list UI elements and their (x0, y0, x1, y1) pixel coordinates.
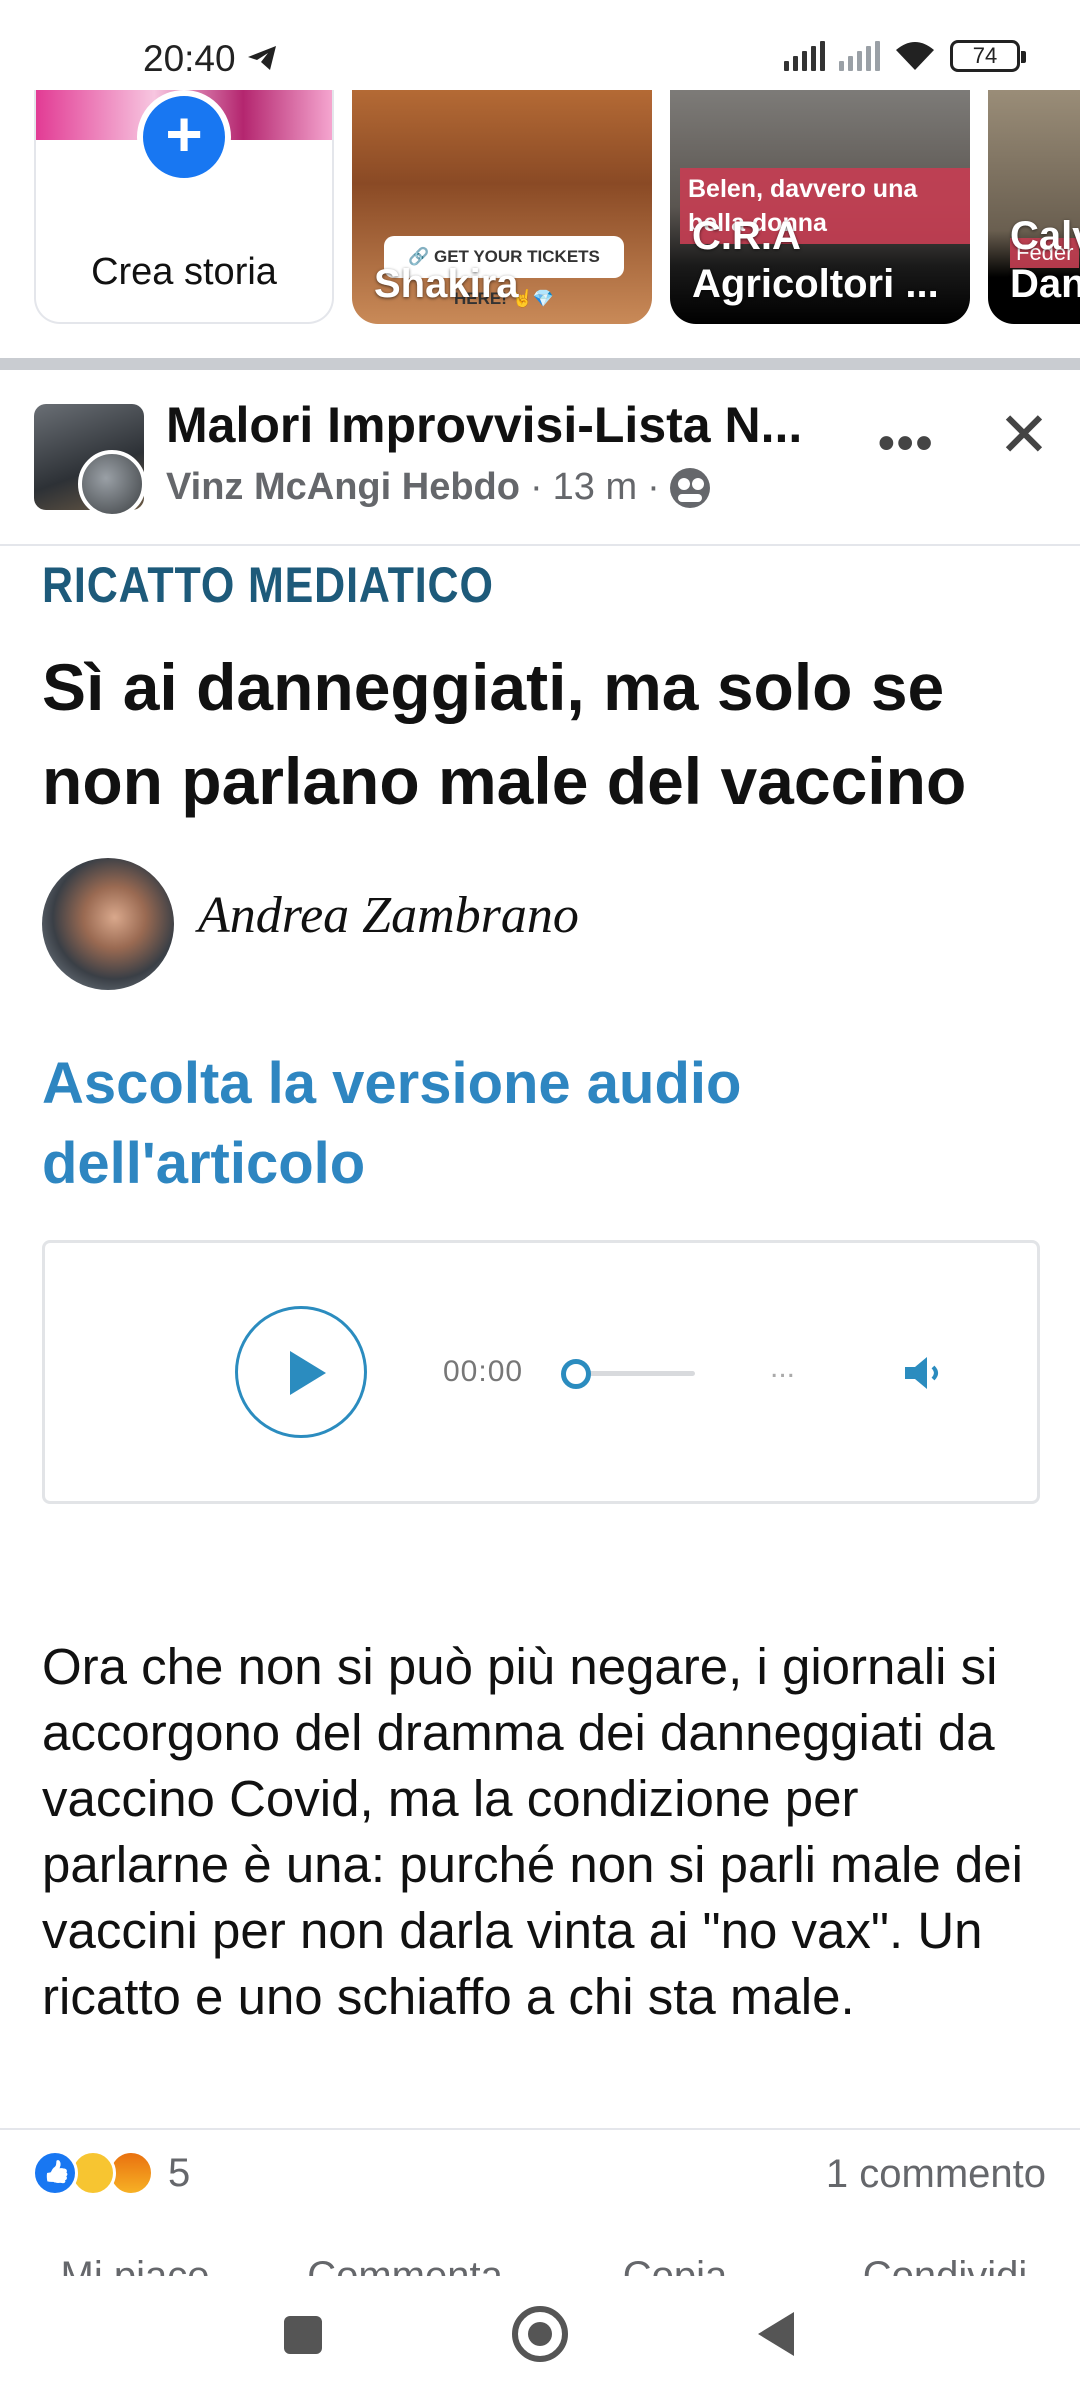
play-icon[interactable] (235, 1306, 367, 1438)
post-header: Malori Improvvisi-Lista N... Vinz McAngi… (0, 376, 1080, 546)
status-icons: 74 (784, 40, 1026, 72)
story-card-shakira[interactable]: 🔗 GET YOUR TICKETS HERE! 🤘💎 Shakira (352, 90, 652, 324)
copy-button[interactable]: Copia (540, 2250, 810, 2276)
story-name: C.R.A Agricoltori ... (692, 214, 939, 306)
article-headline[interactable]: Sì ai danneggiati, ma solo se non parlan… (42, 640, 1042, 828)
article-kicker: RICATTO MEDIATICO (42, 557, 494, 613)
share-button[interactable]: Condividi (810, 2250, 1080, 2276)
status-bar: 20:40 74 (0, 0, 1080, 92)
signal-icon (784, 41, 825, 71)
post-actions: Mi piace Commenta Copia Condividi (0, 2250, 1080, 2276)
group-privacy-icon (669, 467, 710, 508)
article-author: Andrea Zambrano (198, 887, 579, 944)
meta-separator: · (647, 466, 660, 508)
story-name: Shakira (374, 262, 519, 306)
reactions-summary[interactable]: 5 (32, 2150, 190, 2196)
telegram-icon (248, 46, 276, 70)
battery-icon: 74 (950, 40, 1026, 72)
post-meta: Vinz McAngi Hebdo · 13 m · (166, 466, 710, 509)
player-time: 00:00 (443, 1355, 524, 1388)
article-body: Ora che non si può più negare, i giornal… (42, 1638, 1023, 2025)
back-icon[interactable] (758, 2312, 794, 2356)
meta-separator: · (529, 466, 543, 508)
user-avatar[interactable] (78, 450, 146, 518)
player-ellipsis: ... (770, 1351, 796, 1384)
create-story-card[interactable]: + Crea storia (34, 90, 334, 324)
signal-2-icon (839, 41, 880, 71)
divider (0, 2128, 1080, 2130)
system-nav-bar (0, 2276, 1080, 2400)
comments-count[interactable]: 1 commento (826, 2152, 1046, 2197)
seek-handle[interactable] (561, 1359, 591, 1389)
create-story-label: Crea storia (91, 251, 277, 293)
status-time: 20:40 (143, 38, 236, 79)
recents-icon[interactable] (284, 2316, 322, 2354)
close-button[interactable]: ✕ (998, 398, 1050, 471)
post-author[interactable]: Vinz McAngi Hebdo (166, 466, 520, 509)
author-avatar (42, 858, 174, 990)
plus-icon[interactable]: + (137, 90, 231, 184)
story-card-cra[interactable]: Belen, davvero una bella donna C.R.A Agr… (670, 90, 970, 324)
more-options-button[interactable]: ••• (878, 416, 934, 471)
comment-button[interactable]: Commenta (270, 2250, 540, 2276)
story-card-partial[interactable]: Feder Calv Dan (988, 90, 1080, 324)
volume-icon[interactable] (903, 1353, 949, 1393)
like-button[interactable]: Mi piace (0, 2250, 270, 2276)
home-icon[interactable] (512, 2306, 568, 2362)
audio-version-link[interactable]: Ascolta la versione audio dell'articolo (42, 1044, 1042, 1204)
wifi-icon (896, 42, 934, 70)
divider (0, 544, 1080, 546)
story-name: Calv Dan (1010, 214, 1080, 306)
feed-separator (0, 358, 1080, 370)
audio-player: 00:00 ... (42, 1240, 1040, 1504)
like-reaction-icon (32, 2150, 78, 2196)
stories-strip: + Crea storia 🔗 GET YOUR TICKETS HERE! 🤘… (0, 90, 1080, 330)
post-time[interactable]: 13 m (553, 466, 637, 509)
group-name[interactable]: Malori Improvvisi-Lista N... (166, 396, 826, 454)
reaction-count: 5 (168, 2150, 191, 2195)
